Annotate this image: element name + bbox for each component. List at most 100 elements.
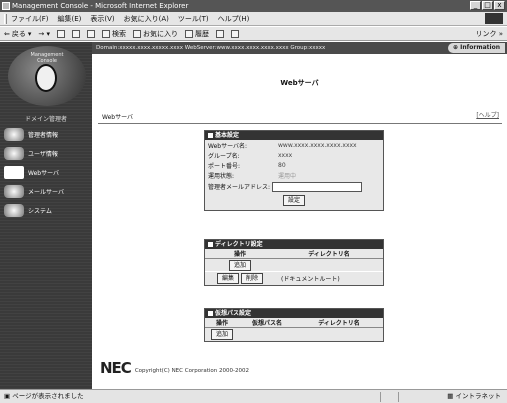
- table-row: 追加: [205, 327, 383, 341]
- directory-table: 操作 ディレクトリ名 追加 編集 削除 (ドキュメントルート): [205, 249, 383, 285]
- kv-value: 80: [278, 161, 286, 169]
- square-bullet-icon: [208, 311, 213, 316]
- window-titlebar: Management Console - Microsoft Internet …: [0, 0, 507, 12]
- status-bar: ▣ ページが表示されました ▦ イントラネット: [0, 389, 507, 403]
- basic-settings-title: 基本設定: [215, 132, 240, 139]
- admin-mail-row: 管理者メールアドレス:: [205, 180, 383, 193]
- mail-button[interactable]: [216, 29, 224, 38]
- table-row: 追加: [205, 258, 383, 272]
- table-cell: [295, 327, 383, 341]
- back-arrow-icon: ⇐: [4, 29, 10, 38]
- back-button[interactable]: ⇐ 戻る ▾: [4, 29, 31, 39]
- zone-label: イントラネット: [455, 392, 502, 400]
- window-title: Management Console - Microsoft Internet …: [12, 2, 189, 10]
- print-button[interactable]: [231, 29, 239, 38]
- column-header: 操作: [205, 318, 239, 328]
- menu-view[interactable]: 表示(V): [90, 14, 114, 24]
- page-title: Webサーバ: [280, 79, 319, 87]
- admin-icon: [4, 127, 24, 141]
- divider: [98, 123, 502, 124]
- domain-bar: Domain:xxxxx.xxxx.xxxxx.xxxx WebServer:w…: [92, 42, 507, 54]
- kv-value: www.xxxx.xxxx.xxxx.xxxx: [278, 141, 357, 149]
- column-header: ディレクトリ名: [295, 318, 383, 328]
- toolbar: ⇐ 戻る ▾ → ▾ 検索 お気に入り 履歴 リンク »: [0, 27, 507, 41]
- virtual-path-header: 仮想パス設定: [205, 309, 383, 318]
- refresh-button[interactable]: [72, 29, 80, 38]
- search-label: 検索: [112, 29, 126, 38]
- add-directory-button[interactable]: 追加: [228, 259, 251, 271]
- menu-help[interactable]: ヘルプ(H): [218, 14, 250, 24]
- search-button[interactable]: 検索: [102, 29, 126, 39]
- table-cell: 追加: [205, 258, 275, 272]
- column-header: 仮想パス名: [239, 318, 295, 328]
- system-icon: [4, 203, 24, 217]
- favorites-button[interactable]: お気に入り: [133, 29, 178, 39]
- delete-directory-button[interactable]: 削除: [240, 272, 263, 284]
- sidebar-item-mail-server[interactable]: メールサーバ: [4, 183, 90, 199]
- web-server-icon: [4, 165, 24, 179]
- sidebar: Management Console ドメイン管理者 管理者情報 ユーザ情報 W…: [0, 42, 92, 389]
- help-link[interactable]: [ヘルプ]: [476, 110, 499, 119]
- set-button[interactable]: 設定: [282, 195, 305, 206]
- table-row: 編集 削除 (ドキュメントルート): [205, 271, 383, 285]
- admin-mail-input[interactable]: [272, 181, 363, 192]
- kv-value: xxxx: [278, 151, 293, 159]
- kv-value: 運用中: [278, 172, 297, 180]
- table-cell: [239, 327, 295, 341]
- table-cell: [275, 258, 383, 272]
- zone-indicator: ▦ イントラネット: [447, 390, 501, 403]
- windows-logo-icon: [485, 13, 503, 24]
- column-header: 操作: [205, 249, 275, 259]
- information-button[interactable]: ⊕ Information: [448, 43, 505, 53]
- domain-info: Domain:xxxxx.xxxx.xxxxx.xxxx WebServer:w…: [96, 45, 326, 51]
- favorites-label: お気に入り: [143, 29, 178, 38]
- square-bullet-icon: [208, 242, 213, 247]
- sidebar-item-label: システム: [28, 207, 52, 215]
- status-divider: [398, 392, 399, 402]
- directory-settings-title: ディレクトリ設定: [215, 241, 263, 248]
- information-label: Information: [460, 44, 500, 51]
- sidebar-item-label: ユーザ情報: [28, 150, 58, 158]
- sidebar-item-label: Webサーバ: [28, 169, 60, 177]
- menu-edit[interactable]: 編集(E): [58, 14, 82, 24]
- print-icon: [231, 29, 239, 38]
- close-button[interactable]: x: [494, 1, 505, 10]
- table-cell: 編集 削除: [205, 271, 275, 285]
- sidebar-item-web-server[interactable]: Webサーバ: [4, 164, 90, 180]
- maximize-button[interactable]: □: [482, 1, 493, 10]
- sidebar-item-system[interactable]: システム: [4, 202, 90, 218]
- home-button[interactable]: [87, 29, 95, 38]
- status-message: ページが表示されました: [12, 392, 84, 400]
- menu-file[interactable]: ファイル(F): [11, 14, 49, 24]
- kv-key: ポート番号:: [208, 162, 241, 170]
- kv-key: グループ名:: [208, 152, 240, 160]
- sidebar-item-user-info[interactable]: ユーザ情報: [4, 145, 90, 161]
- menu-favorites[interactable]: お気に入り(A): [124, 14, 169, 24]
- set-button-row: 設定: [205, 193, 383, 210]
- search-icon: [102, 29, 110, 38]
- mail-icon: [216, 29, 224, 38]
- copyright: Copyright(C) NEC Corporation 2000-2002: [134, 368, 249, 374]
- forward-button[interactable]: → ▾: [38, 30, 50, 38]
- edit-directory-button[interactable]: 編集: [217, 272, 240, 284]
- menu-tools[interactable]: ツール(T): [178, 14, 209, 24]
- links-button[interactable]: リンク »: [475, 29, 503, 39]
- nec-logo: NEC: [100, 359, 132, 377]
- kv-row: ポート番号: 80: [205, 160, 383, 170]
- page-icon: ▣: [4, 392, 13, 400]
- management-console-logo: Management Console: [8, 46, 86, 106]
- toolbar-grip[interactable]: [4, 13, 7, 24]
- stop-button[interactable]: [57, 29, 65, 38]
- status-text: ▣ ページが表示されました: [4, 390, 84, 403]
- add-virtual-path-button[interactable]: 追加: [210, 328, 233, 340]
- minimize-button[interactable]: _: [470, 1, 481, 10]
- column-header: ディレクトリ名: [275, 249, 383, 259]
- virtual-path-table: 操作 仮想パス名 ディレクトリ名 追加: [205, 318, 383, 341]
- history-button[interactable]: 履歴: [185, 29, 209, 39]
- favorites-icon: [133, 29, 141, 38]
- status-divider: [380, 392, 381, 402]
- intranet-icon: ▦: [447, 392, 456, 400]
- admin-mail-label: 管理者メールアドレス:: [208, 184, 271, 191]
- kv-row: Webサーバ名: www.xxxx.xxxx.xxxx.xxxx: [205, 140, 383, 150]
- sidebar-item-admin-info[interactable]: 管理者情報: [4, 126, 90, 142]
